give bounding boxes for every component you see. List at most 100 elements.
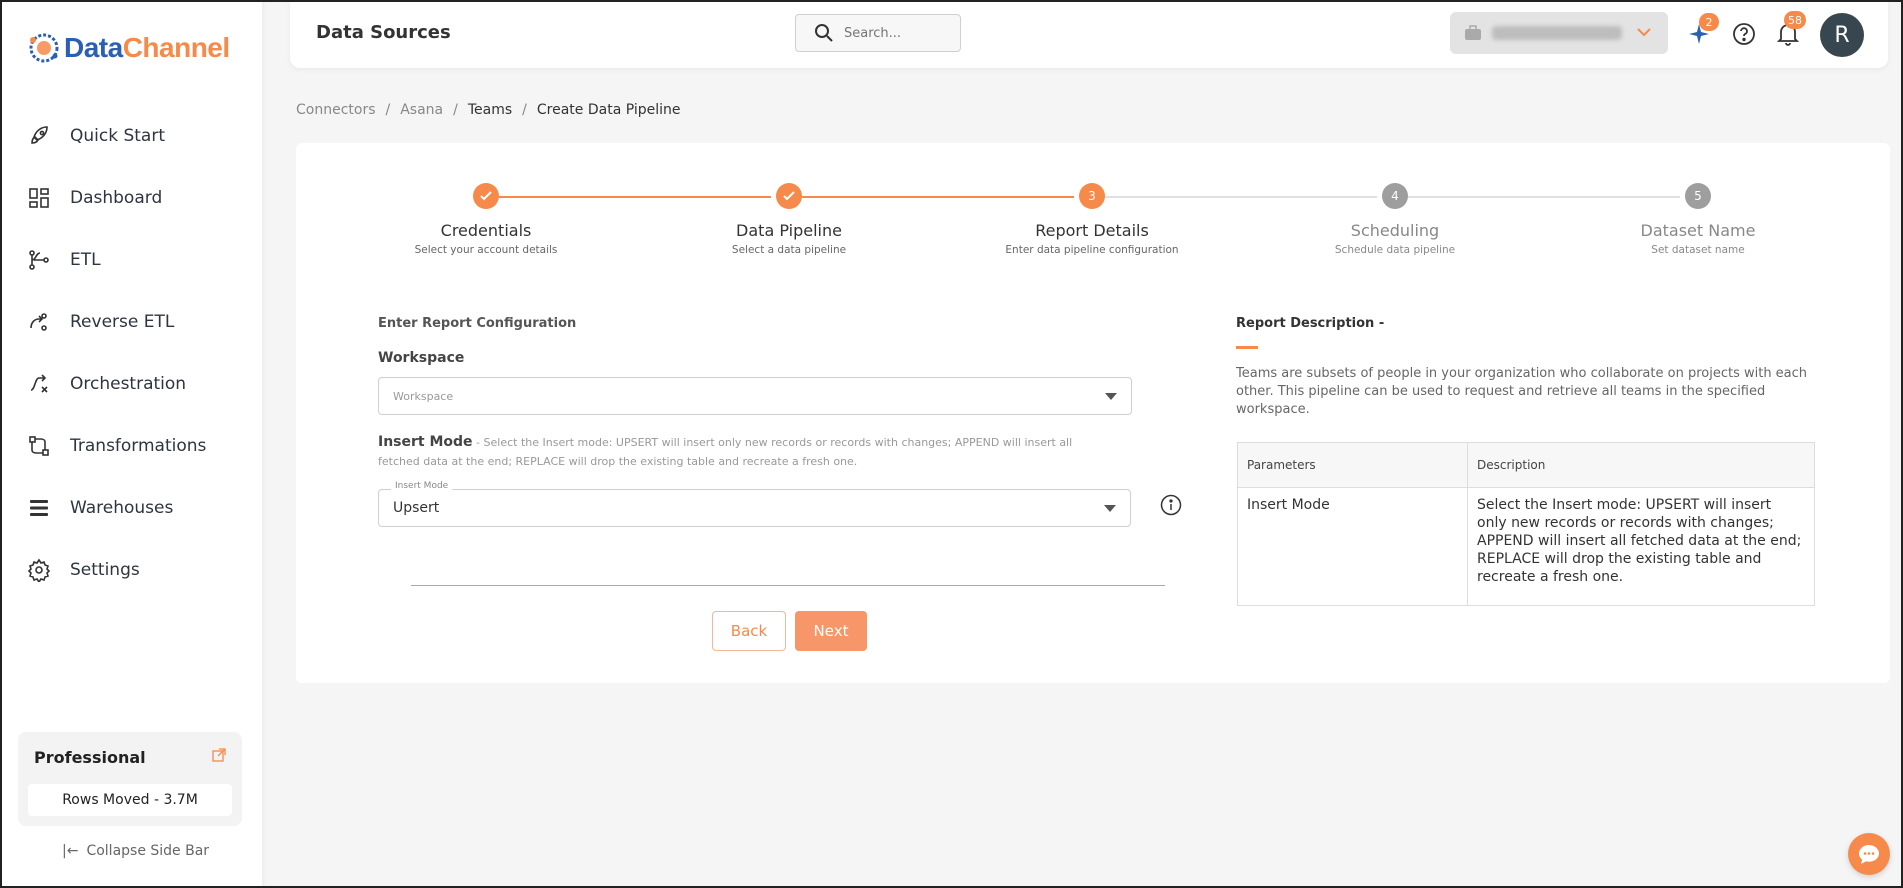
description-text: Teams are subsets of people in your orga… [1236, 366, 1808, 417]
breadcrumb-current: Create Data Pipeline [536, 102, 681, 118]
collapse-label: Collapse Side Bar [86, 843, 210, 859]
sidebar-item-label: Quick Start [70, 126, 166, 146]
form-divider [411, 585, 1165, 586]
insert-mode-floating-label: Insert Mode [391, 481, 453, 491]
sidebar-nav: Quick Start Dashboard ETL Reverse ETL Or… [0, 105, 262, 601]
search-box[interactable] [795, 14, 961, 52]
sidebar: DataChannel Quick Start Dashboard ETL Re… [0, 0, 262, 888]
help-button[interactable] [1730, 20, 1758, 48]
notification-badge: 58 [1784, 11, 1806, 29]
orchestration-icon [26, 371, 52, 397]
dashboard-icon [26, 185, 52, 211]
description-title: Report Description - [1236, 316, 1385, 331]
table-row: Insert Mode Select the Insert mode: UPSE… [1237, 487, 1815, 606]
rocket-icon [26, 123, 52, 149]
step-number: 4 [1382, 183, 1408, 209]
step-subtitle: Schedule data pipeline [1334, 244, 1456, 256]
step-subtitle: Set dataset name [1651, 244, 1745, 256]
back-button[interactable]: Back [712, 611, 786, 651]
step-dataset-name[interactable]: 5 Dataset Name Set dataset name [1548, 183, 1848, 256]
step-credentials[interactable]: Credentials Select your account details [336, 183, 636, 256]
breadcrumb: Connectors / Asana / Teams / Create Data… [296, 102, 691, 118]
breadcrumb-separator: / [522, 102, 527, 118]
insert-mode-label: Insert Mode - Select the Insert mode: UP… [378, 433, 1078, 471]
plan-card: Professional Rows Moved - 3.7M [18, 732, 242, 826]
sidebar-item-label: Reverse ETL [70, 312, 175, 332]
step-number: 3 [1079, 183, 1105, 209]
reverse-etl-icon [26, 309, 52, 335]
step-subtitle: Select your account details [414, 244, 558, 256]
ai-sparkle-button[interactable]: 2 [1685, 13, 1719, 48]
logo-icon [29, 33, 59, 63]
chat-icon [1859, 845, 1879, 864]
top-header: Data Sources 2 58 R [290, 2, 1888, 68]
insert-mode-title: Insert Mode [378, 434, 473, 450]
rows-moved: Rows Moved - 3.7M [28, 784, 232, 816]
gear-icon [26, 557, 52, 583]
organization-select[interactable] [1450, 12, 1668, 54]
sidebar-item-settings[interactable]: Settings [0, 539, 262, 601]
step-subtitle: Enter data pipeline configuration [1005, 244, 1179, 256]
logo[interactable]: DataChannel [26, 30, 230, 66]
breadcrumb-connectors[interactable]: Connectors [296, 102, 376, 118]
etl-icon [26, 247, 52, 273]
step-number: 5 [1685, 183, 1711, 209]
breadcrumb-separator: / [453, 102, 458, 118]
collapse-sidebar-button[interactable]: |← Collapse Side Bar [62, 843, 209, 859]
sidebar-item-warehouses[interactable]: Warehouses [0, 477, 262, 539]
breadcrumb-asana[interactable]: Asana [400, 102, 443, 118]
transformations-icon [26, 433, 52, 459]
sidebar-item-reverse-etl[interactable]: Reverse ETL [0, 291, 262, 353]
sidebar-item-label: Dashboard [70, 188, 163, 208]
organization-name-redacted [1492, 26, 1622, 40]
table-header: Description [1467, 442, 1815, 488]
step-name: Credentials [440, 221, 532, 240]
workspace-placeholder: Workspace [393, 389, 454, 403]
page-title: Data Sources [316, 22, 451, 43]
info-icon[interactable] [1160, 494, 1182, 516]
sidebar-item-label: Transformations [70, 436, 207, 456]
insert-mode-help: - Select the Insert mode: UPSERT will in… [378, 436, 1073, 468]
notifications-button[interactable]: 58 [1774, 11, 1806, 48]
pipeline-card: Credentials Select your account details … [296, 143, 1890, 683]
check-icon [776, 183, 802, 209]
step-subtitle: Select a data pipeline [731, 244, 847, 256]
next-button[interactable]: Next [795, 611, 867, 651]
step-name: Scheduling [1350, 221, 1440, 240]
sidebar-item-transformations[interactable]: Transformations [0, 415, 262, 477]
insert-mode-value: Upsert [393, 500, 440, 516]
step-report-details[interactable]: 3 Report Details Enter data pipeline con… [942, 183, 1242, 256]
table-header: Parameters [1237, 442, 1468, 488]
chevron-down-icon [1637, 28, 1651, 37]
breadcrumb-separator: / [385, 102, 391, 118]
external-link-icon[interactable] [212, 748, 226, 762]
sidebar-item-label: ETL [70, 250, 101, 270]
warehouses-icon [26, 495, 52, 521]
step-name: Report Details [1035, 221, 1149, 240]
breadcrumb-teams[interactable]: Teams [468, 102, 512, 118]
help-icon [1733, 23, 1755, 45]
caret-down-icon [1105, 393, 1117, 400]
sidebar-item-dashboard[interactable]: Dashboard [0, 167, 262, 229]
sidebar-item-label: Orchestration [70, 374, 187, 394]
sidebar-item-quick-start[interactable]: Quick Start [0, 105, 262, 167]
step-data-pipeline[interactable]: Data Pipeline Select a data pipeline [639, 183, 939, 256]
sidebar-item-etl[interactable]: ETL [0, 229, 262, 291]
search-input[interactable] [844, 25, 954, 41]
section-title: Enter Report Configuration [378, 316, 577, 331]
parameters-table: Parameters Description Insert Mode Selec… [1237, 442, 1815, 606]
insert-mode-select[interactable]: Insert Mode Upsert [378, 481, 1131, 527]
step-scheduling[interactable]: 4 Scheduling Schedule data pipeline [1245, 183, 1545, 256]
logo-text: DataChannel [64, 32, 230, 63]
workspace-label: Workspace [378, 350, 465, 366]
avatar[interactable]: R [1820, 13, 1864, 57]
briefcase-icon [1465, 25, 1481, 40]
sidebar-item-label: Settings [70, 560, 140, 580]
workspace-select[interactable]: Workspace [378, 377, 1132, 415]
check-icon [473, 183, 499, 209]
description-underline [1236, 346, 1258, 349]
sidebar-item-orchestration[interactable]: Orchestration [0, 353, 262, 415]
table-cell-parameter: Insert Mode [1237, 487, 1468, 606]
table-cell-description: Select the Insert mode: UPSERT will inse… [1467, 487, 1815, 606]
chat-button[interactable] [1848, 833, 1890, 875]
